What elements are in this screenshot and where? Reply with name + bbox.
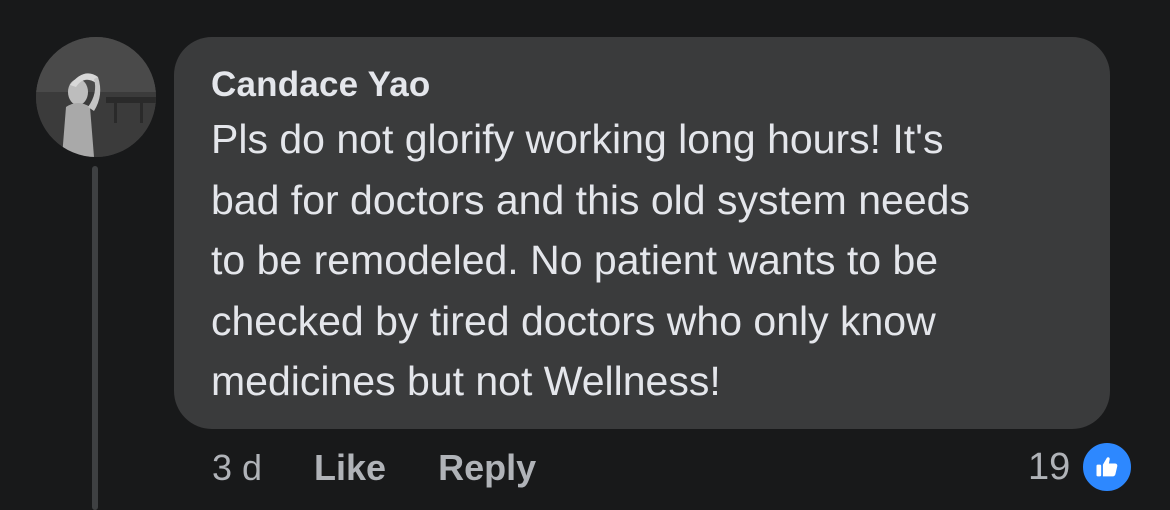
avatar[interactable] xyxy=(36,37,156,157)
comment-text-line: to be remodeled. No patient wants to be xyxy=(211,237,939,283)
reaction-count: 19 xyxy=(1028,445,1071,488)
comment-text-line: medicines but not Wellness! xyxy=(211,358,721,404)
reply-button[interactable]: Reply xyxy=(438,447,536,489)
reactions-summary[interactable]: 19 xyxy=(1028,440,1135,494)
comment-actions: 3 d Like Reply xyxy=(212,446,588,490)
comment-bubble: Candace Yao Pls do not glorify working l… xyxy=(174,37,1110,429)
comment-text-line: Pls do not glorify working long hours! I… xyxy=(211,116,944,162)
thread-line xyxy=(92,166,98,510)
like-button[interactable]: Like xyxy=(314,447,386,489)
comment-text-line: checked by tired doctors who only know xyxy=(211,297,936,344)
thumbs-up-icon xyxy=(1080,440,1135,494)
avatar-photo xyxy=(36,37,156,157)
comment-text: Pls do not glorify working long hours! I… xyxy=(211,109,1080,412)
comment-timestamp[interactable]: 3 d xyxy=(212,447,262,489)
comment-author[interactable]: Candace Yao xyxy=(211,65,1080,105)
comment-text-line: bad for doctors and this old system need… xyxy=(211,176,970,223)
